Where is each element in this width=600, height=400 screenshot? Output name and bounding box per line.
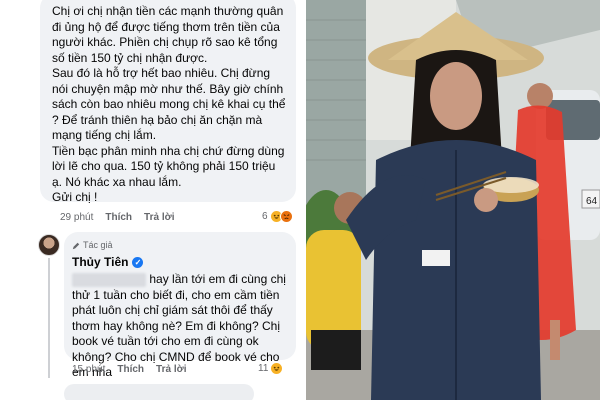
photo-illustration: 64 (306, 0, 600, 400)
verified-badge-icon: ✓ (132, 256, 144, 268)
comment-1-paragraph-4: Gửi chị ! (52, 190, 98, 204)
comment-1-reactions[interactable]: 6 (262, 210, 293, 223)
author-avatar[interactable] (38, 234, 60, 256)
comment-1-reply-button[interactable]: Trả lời (144, 212, 174, 223)
comment-2-like-button[interactable]: Thích (117, 364, 144, 375)
author-badge: Tác giả (72, 238, 288, 254)
next-comment-blurred (64, 384, 254, 400)
comment-1-actions: 29 phút Thích Trả lời (60, 212, 175, 223)
author-pen-icon (72, 242, 80, 249)
angry-reaction-icon (279, 210, 293, 223)
comment-1-paragraph-3: Tiền bạc phân minh nha chị chứ đừng dùng… (52, 143, 285, 189)
comment-2-reaction-count: 11 (258, 363, 269, 374)
comment-1-paragraph-2: Sau đó là hỗ trợ hết bao nhiêu. Chị đừng… (52, 66, 286, 142)
comment-1-like-button[interactable]: Thích (105, 212, 132, 223)
comment-2-time: 15 phút (72, 364, 106, 375)
comment-2-text: hay lần tới em đi cùng chị thử 1 tuần ch… (72, 272, 286, 379)
comment-2-reactions[interactable]: 11 (258, 362, 284, 375)
comment-1-time: 29 phút (60, 212, 94, 223)
blurred-mention (72, 272, 146, 287)
comment-1-reaction-count: 6 (262, 211, 268, 222)
thread-line (48, 258, 50, 378)
comment-2-reply-button[interactable]: Trả lời (156, 364, 186, 375)
comment-2-author[interactable]: Thủy Tiên ✓ (72, 255, 288, 271)
comment-bubble-1: Chị ơi chị nhận tiền các mạnh thường quâ… (40, 0, 296, 204)
comment-1-paragraph-1: Chị ơi chị nhận tiền các mạnh thường quâ… (52, 4, 284, 65)
comment-2-actions: 15 phút Thích Trả lời (72, 364, 187, 375)
author-badge-label: Tác giả (83, 240, 113, 250)
comment-2-author-name[interactable]: Thủy Tiên (72, 255, 128, 271)
haha-reaction-icon (270, 362, 284, 375)
comments-panel: Chị ơi chị nhận tiền các mạnh thường quâ… (0, 0, 302, 400)
comment-bubble-2: Tác giả Thủy Tiên ✓ hay lần tới em đi cù… (64, 232, 296, 379)
van-plate: 64 (586, 196, 598, 207)
news-photo: 64 (306, 0, 600, 400)
